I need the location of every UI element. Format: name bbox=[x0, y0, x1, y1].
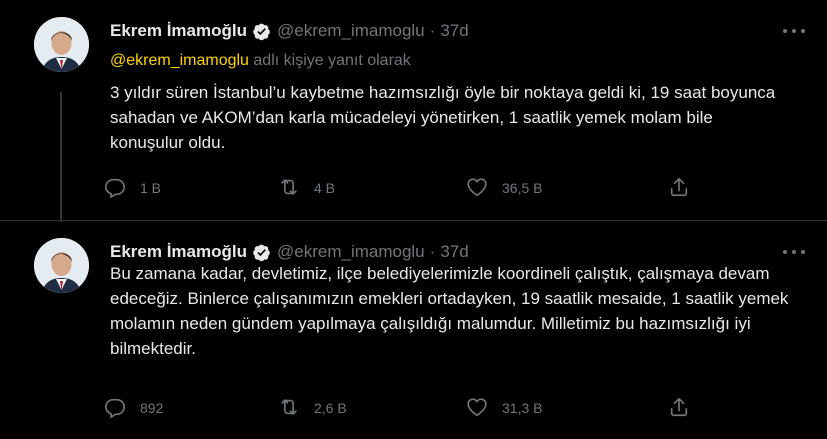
verified-badge-icon bbox=[252, 22, 271, 41]
timestamp[interactable]: 37d bbox=[440, 242, 468, 262]
retweet-icon bbox=[278, 396, 300, 421]
tweet-2[interactable]: Ekrem İmamoğlu @ekrem_imamoglu · 37d Bu … bbox=[0, 220, 827, 439]
reply-count: 892 bbox=[140, 400, 164, 416]
reply-icon bbox=[104, 176, 126, 201]
tweet-actions: 1 B 4 B 36,5 B bbox=[104, 172, 704, 204]
tweet-actions: 892 2,6 B 31,3 B bbox=[104, 392, 704, 424]
more-icon[interactable] bbox=[783, 243, 805, 261]
separator-dot: · bbox=[429, 21, 436, 40]
avatar[interactable] bbox=[34, 238, 89, 293]
tweet-header: Ekrem İmamoğlu @ekrem_imamoglu · 37d bbox=[110, 19, 469, 43]
share-icon bbox=[668, 396, 690, 421]
retweet-count: 2,6 B bbox=[314, 400, 347, 416]
author-handle[interactable]: @ekrem_imamoglu bbox=[277, 21, 425, 41]
reply-icon bbox=[104, 396, 126, 421]
share-icon bbox=[668, 176, 690, 201]
reply-button[interactable]: 1 B bbox=[104, 172, 161, 204]
like-count: 31,3 B bbox=[502, 400, 543, 416]
heart-icon bbox=[466, 396, 488, 421]
more-icon[interactable] bbox=[783, 22, 805, 40]
retweet-icon bbox=[278, 176, 300, 201]
timestamp[interactable]: 37d bbox=[440, 21, 468, 41]
like-button[interactable]: 36,5 B bbox=[466, 172, 542, 204]
retweet-button[interactable]: 4 B bbox=[278, 172, 335, 204]
separator-dot: · bbox=[429, 242, 436, 261]
reply-context: @ekrem_imamoglu adlı kişiye yanıt olarak bbox=[110, 52, 411, 70]
like-count: 36,5 B bbox=[502, 180, 543, 196]
tweet-text: 3 yıldır süren İstanbul’u kaybetme hazım… bbox=[110, 83, 776, 152]
reply-context-label: adlı kişiye yanıt olarak bbox=[248, 52, 411, 69]
share-button[interactable] bbox=[668, 172, 690, 204]
share-button[interactable] bbox=[668, 392, 690, 424]
tweet-1[interactable]: Ekrem İmamoğlu @ekrem_imamoglu · 37d @ek… bbox=[0, 0, 827, 222]
like-button[interactable]: 31,3 B bbox=[466, 392, 542, 424]
verified-badge-icon bbox=[252, 243, 271, 262]
author-name[interactable]: Ekrem İmamoğlu bbox=[110, 242, 247, 262]
reply-mention-link[interactable]: @ekrem_imamoglu bbox=[110, 52, 249, 69]
tweet-text: Bu zamana kadar, devletimiz, ilçe beledi… bbox=[110, 264, 789, 358]
retweet-button[interactable]: 2,6 B bbox=[278, 392, 347, 424]
retweet-count: 4 B bbox=[314, 180, 336, 196]
reply-button[interactable]: 892 bbox=[104, 392, 163, 424]
avatar[interactable] bbox=[34, 17, 89, 72]
heart-icon bbox=[466, 176, 488, 201]
author-name[interactable]: Ekrem İmamoğlu bbox=[110, 21, 247, 41]
reply-count: 1 B bbox=[140, 180, 162, 196]
author-handle[interactable]: @ekrem_imamoglu bbox=[277, 242, 425, 262]
thread-connector bbox=[60, 92, 62, 222]
